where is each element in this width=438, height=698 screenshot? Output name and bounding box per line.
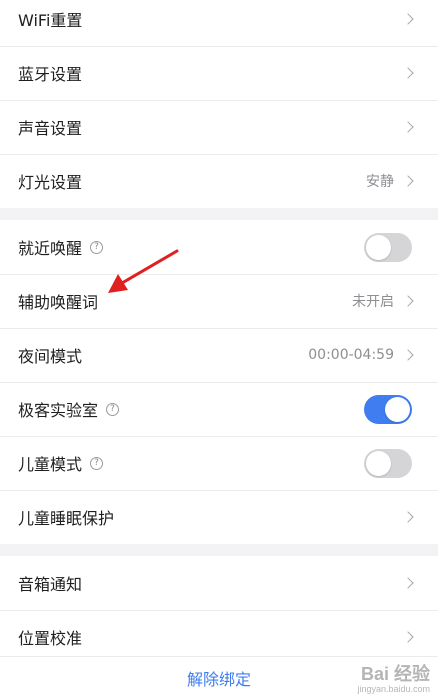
watermark-brand: Bai 经验 (360, 664, 430, 684)
watermark-site: jingyan.baidu.com (357, 684, 430, 694)
watermark-logo: Bai 经验 jingyan.baidu.com (357, 660, 430, 694)
nearby-wake-toggle[interactable] (364, 232, 412, 262)
light-settings-value: 安静 (366, 174, 394, 190)
chevron-right-icon (402, 511, 414, 523)
sound-settings-label: 声音设置 (18, 119, 83, 138)
wifi-reset-label: WiFi重置 (18, 11, 83, 30)
kids-sleep-protection-item[interactable]: 儿童睡眠保护 (0, 490, 438, 544)
chevron-right-icon (402, 631, 414, 643)
toggle-knob (385, 396, 410, 422)
geek-lab-item: 极客实验室 ? (0, 382, 438, 436)
settings-list: WiFi重置 蓝牙设置 声音设置 灯光设置 安静 就近唤醒 ? 辅助唤醒词 未开… (0, 0, 438, 664)
aux-wake-word-item[interactable]: 辅助唤醒词 未开启 (0, 274, 438, 328)
chevron-right-icon (402, 295, 414, 307)
device-settings-section: WiFi重置 蓝牙设置 声音设置 灯光设置 安静 (0, 0, 438, 208)
bluetooth-settings-item[interactable]: 蓝牙设置 (0, 46, 438, 100)
sound-settings-item[interactable]: 声音设置 (0, 100, 438, 154)
geek-lab-label: 极客实验室 (18, 401, 99, 420)
toggle-knob (366, 234, 391, 260)
aux-wake-word-value: 未开启 (352, 294, 394, 310)
help-icon[interactable]: ? (90, 240, 104, 254)
night-mode-value: 00:00-04:59 (308, 347, 394, 363)
night-mode-label: 夜间模式 (18, 347, 83, 366)
aux-wake-word-label: 辅助唤醒词 (18, 293, 99, 312)
chevron-right-icon (402, 175, 414, 187)
chevron-right-icon (402, 349, 414, 361)
speaker-notification-label: 音箱通知 (18, 575, 83, 594)
unbind-button[interactable]: 解除绑定 (187, 666, 251, 690)
misc-settings-section: 音箱通知 位置校准 (0, 556, 438, 664)
section-divider (0, 208, 438, 220)
toggle-knob (366, 450, 391, 476)
wake-settings-section: 就近唤醒 ? 辅助唤醒词 未开启 夜间模式 00:00-04:59 极客实验室 … (0, 220, 438, 544)
nearby-wake-label: 就近唤醒 (18, 239, 83, 258)
speaker-notification-item[interactable]: 音箱通知 (0, 556, 438, 610)
light-settings-item[interactable]: 灯光设置 安静 (0, 154, 438, 208)
section-divider (0, 544, 438, 556)
kids-mode-label: 儿童模式 (18, 455, 83, 474)
bluetooth-settings-label: 蓝牙设置 (18, 65, 83, 84)
geek-lab-toggle[interactable] (364, 394, 412, 424)
kids-mode-toggle[interactable] (364, 448, 412, 478)
position-calibration-label: 位置校准 (18, 629, 83, 648)
nearby-wake-item: 就近唤醒 ? (0, 220, 438, 274)
kids-sleep-protection-label: 儿童睡眠保护 (18, 509, 115, 528)
chevron-right-icon (402, 13, 414, 25)
chevron-right-icon (402, 67, 414, 79)
light-settings-label: 灯光设置 (18, 173, 83, 192)
help-icon[interactable]: ? (106, 402, 120, 416)
kids-mode-item: 儿童模式 ? (0, 436, 438, 490)
chevron-right-icon (402, 577, 414, 589)
night-mode-item[interactable]: 夜间模式 00:00-04:59 (0, 328, 438, 382)
help-icon[interactable]: ? (90, 456, 104, 470)
wifi-reset-item[interactable]: WiFi重置 (0, 0, 438, 46)
chevron-right-icon (402, 121, 414, 133)
